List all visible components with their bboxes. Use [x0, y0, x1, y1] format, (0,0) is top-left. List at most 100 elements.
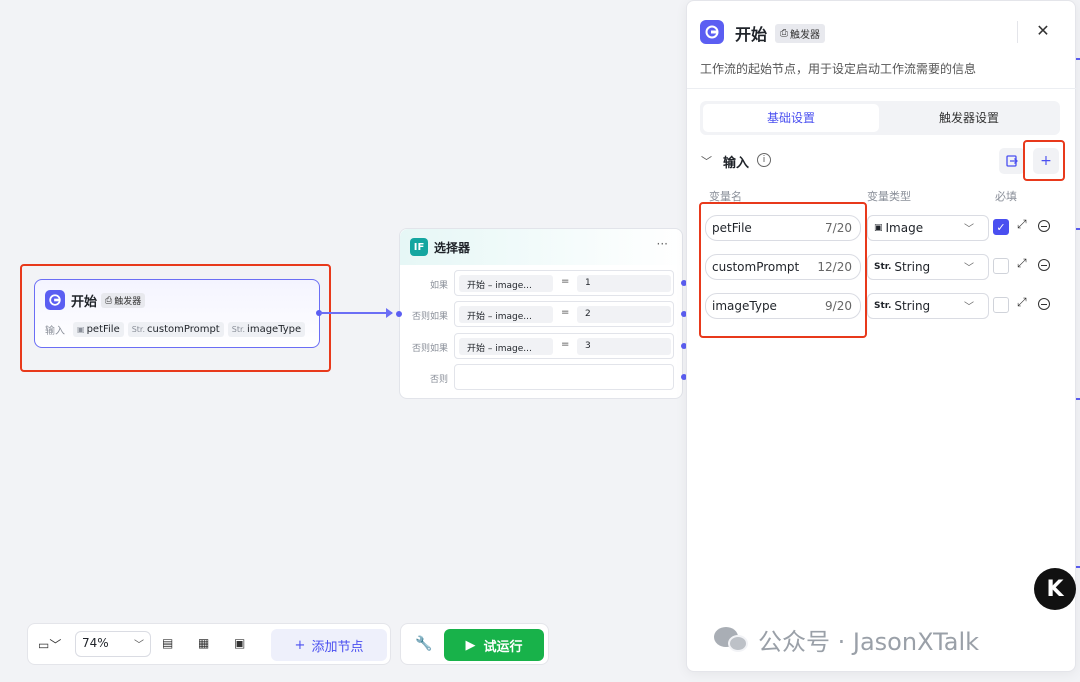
edge-start-to-selector[interactable]	[320, 312, 392, 314]
header-divider	[1017, 21, 1018, 43]
add-node-button[interactable]: + 添加节点	[271, 629, 387, 661]
input-chip-name: imageType	[247, 324, 302, 335]
zoom-value: 74%	[82, 636, 109, 650]
variable-char-count: 9/20	[825, 299, 852, 313]
tab-trigger-settings[interactable]: 触发器设置	[881, 104, 1057, 132]
column-header-type: 变量类型	[867, 190, 911, 203]
test-run-button[interactable]: ▶ 试运行	[444, 629, 544, 661]
remove-icon[interactable]	[1038, 220, 1050, 232]
condition-row: 否则如果 开始 – image... = 3	[400, 333, 687, 359]
run-toolbar: 🔧 ▶ 试运行	[400, 623, 549, 665]
selector-node[interactable]: IF 选择器 ··· 如果 开始 – image... = 1 否则如果 开始 …	[396, 228, 687, 399]
string-type-icon: Str.	[231, 325, 246, 334]
info-icon[interactable]: i	[757, 153, 771, 167]
add-variable-button[interactable]: +	[1033, 148, 1059, 174]
variable-row: petFile 7/20 ▣ Image ﹀ ✓ ⤢	[705, 215, 1065, 245]
variable-row: imageType 9/20 Str. String ﹀ ⤢	[705, 293, 1065, 323]
condition-row-else: 否则	[400, 364, 687, 390]
image-icon: ▣	[77, 325, 85, 334]
expand-icon[interactable]: ⤢	[1017, 217, 1027, 232]
condition-value[interactable]: 2	[577, 306, 671, 323]
comment-icon[interactable]: ▤	[162, 636, 173, 650]
input-chip-name: customPrompt	[147, 324, 220, 335]
tab-basic-settings[interactable]: 基础设置	[703, 104, 879, 132]
input-label: 输入	[45, 326, 65, 337]
variable-row: customPrompt 12/20 Str. String ﹀ ⤢	[705, 254, 1065, 284]
start-node[interactable]: 开始 ⎙ 触发器 输入 ▣ petFile Str. customPrompt Str…	[34, 279, 322, 348]
variable-name-input[interactable]: petFile 7/20	[705, 215, 861, 241]
layout-icon[interactable]: ▭﹀	[38, 636, 61, 653]
input-chip-imagetype: Str. imageType	[227, 322, 306, 337]
add-node-label: 添加节点	[311, 639, 364, 655]
edge-arrow-icon	[386, 308, 393, 318]
input-chip-name: petFile	[86, 324, 120, 335]
string-type-icon: Str.	[874, 301, 892, 311]
condition-row: 如果 开始 – image... = 1	[400, 270, 687, 296]
selector-title: 选择器	[434, 241, 471, 255]
trigger-icon: ⎙	[780, 28, 788, 39]
chevron-down-icon: ﹀	[964, 224, 974, 235]
required-checkbox[interactable]: ✓	[993, 219, 1009, 235]
selector-header: IF 选择器 ···	[400, 229, 682, 265]
more-options-icon[interactable]: ···	[657, 237, 668, 251]
input-chip-petfile: ▣ petFile	[73, 322, 124, 337]
watermark: 公众号 · JasonXTalk	[714, 622, 979, 657]
condition-box-else[interactable]	[454, 364, 674, 390]
condition-value[interactable]: 3	[577, 338, 671, 355]
condition-operator: =	[561, 339, 570, 350]
condition-label: 否则如果	[411, 344, 448, 354]
string-type-icon: Str.	[131, 325, 146, 334]
watermark-text: 公众号 · JasonXTalk	[758, 628, 980, 656]
expand-icon[interactable]: ⤢	[1017, 295, 1027, 310]
grid-icon[interactable]: ▦	[198, 636, 209, 650]
variable-name-input[interactable]: imageType 9/20	[705, 293, 861, 319]
variable-type-select[interactable]: Str. String ﹀	[867, 293, 989, 319]
variable-name: customPrompt	[712, 260, 800, 274]
variable-name-input[interactable]: customPrompt 12/20	[705, 254, 861, 280]
condition-label: 否则如果	[411, 312, 448, 322]
image-icon: ▣	[874, 223, 883, 233]
required-checkbox[interactable]	[993, 297, 1009, 313]
required-checkbox[interactable]	[993, 258, 1009, 274]
condition-operator: =	[561, 276, 570, 287]
condition-variable[interactable]: 开始 – image...	[459, 275, 553, 292]
variable-type-select[interactable]: ▣ Image ﹀	[867, 215, 989, 241]
input-chip-customprompt: Str. customPrompt	[127, 322, 224, 337]
expand-icon[interactable]: ⤢	[1017, 256, 1027, 271]
wrench-icon[interactable]: 🔧	[415, 636, 432, 652]
start-logo-icon	[700, 20, 724, 44]
condition-label: 否则	[429, 375, 448, 385]
variable-type-select[interactable]: Str. String ﹀	[867, 254, 989, 280]
remove-icon[interactable]	[1038, 259, 1050, 271]
chevron-down-icon: ﹀	[964, 263, 974, 274]
import-icon[interactable]	[999, 148, 1025, 174]
condition-box[interactable]: 开始 – image... = 3	[454, 333, 674, 359]
condition-value[interactable]: 1	[577, 275, 671, 292]
k-logo-icon[interactable]: K	[1034, 568, 1076, 610]
selector-input-port[interactable]	[396, 311, 402, 317]
variable-name: imageType	[712, 299, 777, 313]
test-run-label: 试运行	[483, 639, 523, 655]
condition-row: 否则如果 开始 – image... = 2	[400, 301, 687, 327]
condition-label: 如果	[429, 281, 448, 291]
start-node-title: 开始	[71, 295, 98, 310]
input-section-title: 输入	[723, 156, 750, 171]
trigger-icon: ⎙	[105, 295, 113, 306]
condition-variable[interactable]: 开始 – image...	[459, 306, 553, 323]
start-logo-icon	[45, 290, 65, 310]
start-node-inputs: 输入 ▣ petFile Str. customPrompt Str. imageTy…	[45, 322, 306, 337]
chevron-down-icon: ﹀	[964, 302, 974, 313]
condition-variable[interactable]: 开始 – image...	[459, 338, 553, 355]
trigger-badge: ⎙ 触发器	[101, 293, 146, 308]
remove-icon[interactable]	[1038, 298, 1050, 310]
close-icon[interactable]: ✕	[1033, 21, 1053, 41]
zoom-select[interactable]: 74% ﹀	[75, 631, 151, 657]
string-type-icon: Str.	[874, 262, 892, 272]
condition-box[interactable]: 开始 – image... = 1	[454, 270, 674, 296]
chevron-down-icon[interactable]: ﹀	[701, 153, 712, 169]
variable-char-count: 7/20	[825, 221, 852, 235]
start-config-panel: 开始 ⎙ 触发器 ✕ 工作流的起始节点，用于设定启动工作流需要的信息 基础设置 触…	[686, 0, 1077, 672]
trigger-badge: ⎙ 触发器	[775, 24, 825, 43]
minimap-icon[interactable]: ▣	[234, 636, 245, 650]
condition-box[interactable]: 开始 – image... = 2	[454, 301, 674, 327]
